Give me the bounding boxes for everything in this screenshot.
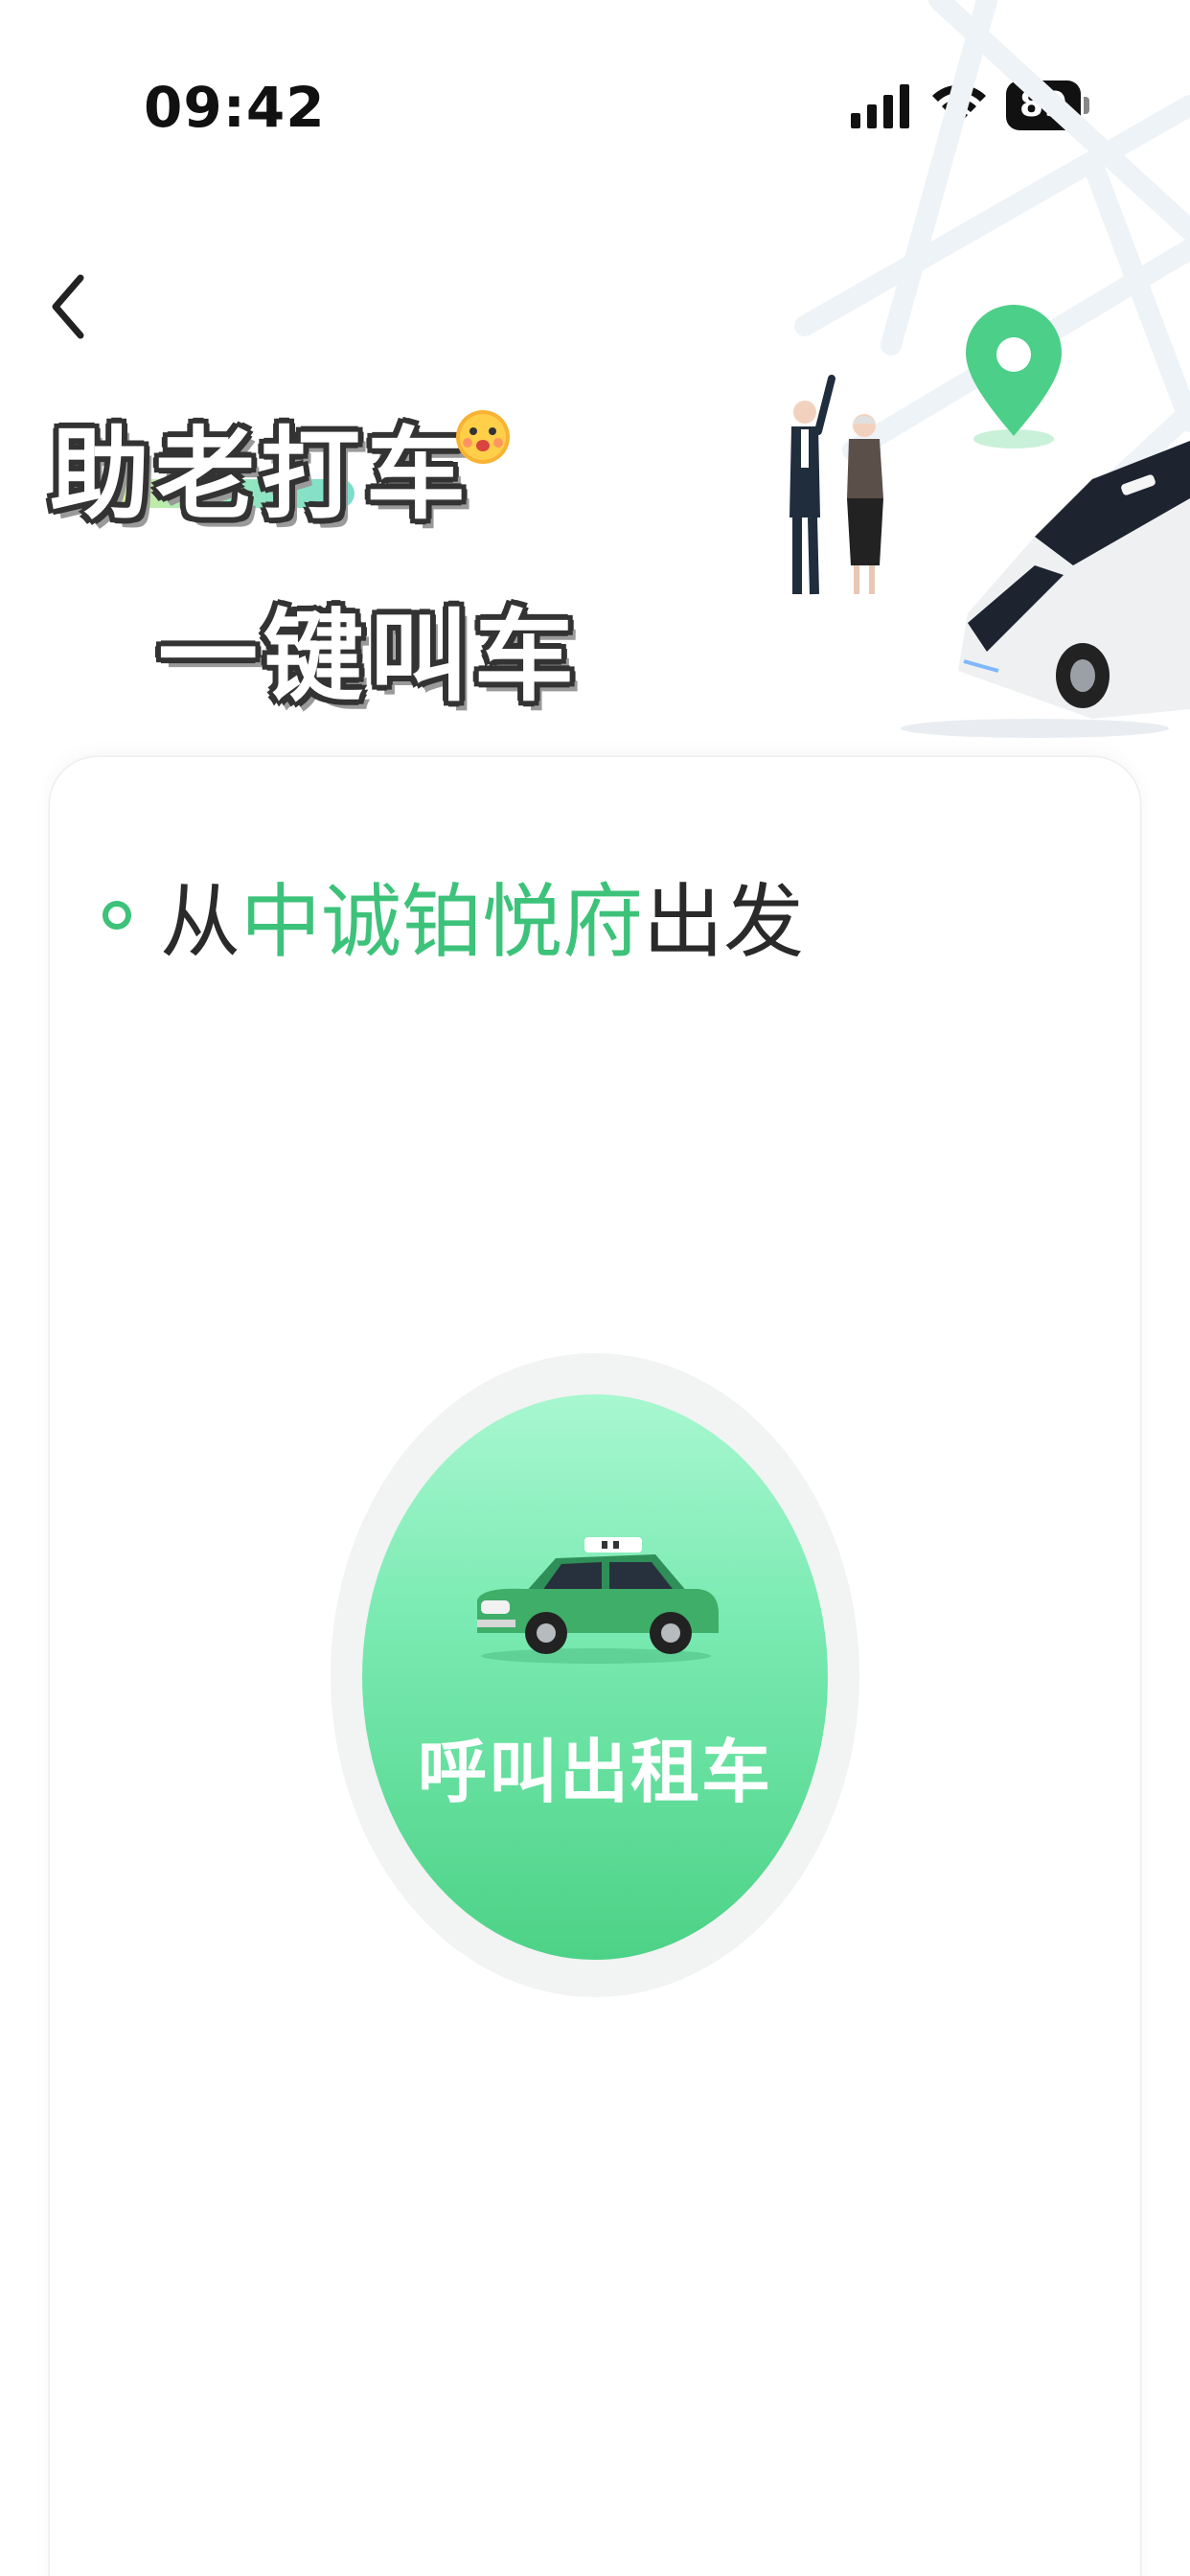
origin-row: 从中诚铂悦府出发 xyxy=(50,867,804,969)
elderly-couple-illustration xyxy=(790,375,883,595)
origin-prefix: 从 xyxy=(160,874,241,969)
hero-illustration xyxy=(790,0,1190,738)
hero-subtitle: 一键叫车 xyxy=(158,598,581,715)
call-taxi-button[interactable] xyxy=(362,1394,828,1960)
origin-place[interactable]: 中诚铂悦府 xyxy=(240,875,643,969)
car-illustration xyxy=(901,441,1190,738)
emoji-icon xyxy=(456,410,510,464)
chevron-left-icon xyxy=(52,274,84,339)
hero-title: 助老打车 xyxy=(50,416,472,533)
status-time: 09:42 xyxy=(144,75,326,140)
origin-text: 从中诚铂悦府出发 xyxy=(160,858,804,974)
call-taxi-label: 呼叫出租车 xyxy=(417,1732,772,1812)
map-pin-icon xyxy=(966,305,1062,448)
origin-dot-icon xyxy=(103,901,131,930)
taxi-icon xyxy=(477,1537,719,1664)
origin-suffix: 出发 xyxy=(643,874,805,969)
back-button[interactable] xyxy=(38,259,105,355)
